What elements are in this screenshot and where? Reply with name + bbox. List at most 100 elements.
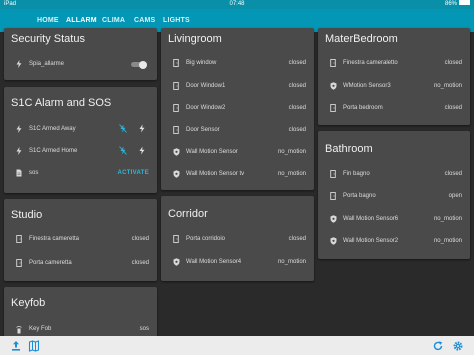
entity-row[interactable]: Wall Motion Sensor no_motion <box>161 147 314 157</box>
entity-name: Door Window2 <box>186 105 226 111</box>
door-icon <box>172 234 180 244</box>
entity-row[interactable]: Finestra cameraletto closed <box>318 58 470 68</box>
entity-name: Fin bagno <box>343 171 370 177</box>
card-s1c-alarm: S1C Alarm and SOS S1C Armed Away S1C Arm… <box>4 87 157 193</box>
card-materbedroom: MaterBedroom Finestra cameraletto closed… <box>318 28 470 125</box>
entity-name: S1C Armed Away <box>29 126 76 132</box>
entity-name: Porta corridoio <box>186 236 226 242</box>
card-security-status: Security Status Spia_allarme <box>4 28 157 80</box>
entity-row[interactable]: Porta corridoio closed <box>161 234 314 244</box>
tab-allarm[interactable]: ALLARM <box>66 17 97 24</box>
shield-icon <box>172 147 180 157</box>
entity-row[interactable]: Fin bagno closed <box>318 169 470 179</box>
entity-state: no_motion <box>433 238 462 244</box>
refresh-icon[interactable] <box>432 339 444 351</box>
document-icon <box>15 168 23 178</box>
entity-name: Key Fob <box>29 326 52 332</box>
turn-on-bolt-icon[interactable] <box>139 146 147 156</box>
entity-row[interactable]: sos ACTIVATE <box>4 168 157 178</box>
entity-row[interactable]: Door Sensor closed <box>161 125 314 135</box>
entity-name: Porta bedroom <box>343 105 383 111</box>
entity-row[interactable]: Porta bagno open <box>318 191 470 201</box>
entity-state: closed <box>288 236 306 242</box>
share-icon[interactable] <box>10 339 22 351</box>
entity-row[interactable]: Porta bedroom closed <box>318 103 470 113</box>
shield-icon <box>329 81 337 91</box>
bolt-icon <box>15 146 23 156</box>
shield-icon <box>329 236 337 246</box>
entity-row[interactable]: Big window closed <box>161 58 314 68</box>
entity-state: closed <box>288 60 306 66</box>
card-title: Livingroom <box>168 33 222 45</box>
tab-clima[interactable]: CLIMA <box>102 17 125 24</box>
card-title: Corridor <box>168 208 208 220</box>
entity-row[interactable]: Wall Motion Sensor2 no_motion <box>318 236 470 246</box>
tab-cams[interactable]: CAMS <box>134 17 155 24</box>
entity-name: Door Sensor <box>186 127 220 133</box>
door-icon <box>15 234 23 244</box>
door-icon <box>15 258 23 268</box>
door-icon <box>172 125 180 135</box>
entity-name: Porta cameretta <box>29 260 72 266</box>
entity-state: no_motion <box>277 171 306 177</box>
turn-off-bolt-icon[interactable] <box>119 146 127 156</box>
entity-state: closed <box>288 127 306 133</box>
entity-state: closed <box>444 105 462 111</box>
entity-name: Spia_allarme <box>29 61 65 67</box>
tab-home[interactable]: HOME <box>37 17 59 24</box>
entity-name: Big window <box>186 60 217 66</box>
entity-row[interactable]: Door Window2 closed <box>161 103 314 113</box>
entity-name: Wall Motion Sensor tv <box>186 171 245 177</box>
entity-name: sos <box>29 170 39 176</box>
entity-name: Finestra cameretta <box>29 236 80 242</box>
entity-row[interactable]: Wall Motion Sensor tv no_motion <box>161 169 314 179</box>
entity-name: Wall Motion Sensor <box>186 149 238 155</box>
card-title: Security Status <box>11 33 85 45</box>
entity-state: closed <box>444 171 462 177</box>
entity-name: S1C Armed Home <box>29 148 78 154</box>
entity-row[interactable]: S1C Armed Home <box>4 146 157 156</box>
turn-on-bolt-icon[interactable] <box>139 124 147 134</box>
alarm-toggle[interactable] <box>131 61 147 69</box>
entity-state: no_motion <box>277 259 306 265</box>
entity-state: sos <box>139 326 149 332</box>
entity-row[interactable]: S1C Armed Away <box>4 124 157 134</box>
entity-state: closed <box>131 260 149 266</box>
status-bar: iPad 07:48 86% <box>0 0 474 9</box>
remote-icon <box>15 324 23 334</box>
entity-row[interactable]: Wall Motion Sensor4 no_motion <box>161 257 314 267</box>
door-icon <box>329 58 337 68</box>
entity-row[interactable]: Door Window1 closed <box>161 81 314 91</box>
entity-row[interactable]: Key Fob sos <box>4 324 157 334</box>
battery-icon <box>459 0 470 5</box>
entity-row[interactable]: WMotion Sensor3 no_motion <box>318 81 470 91</box>
entity-state: closed <box>444 60 462 66</box>
entity-row[interactable]: Porta cameretta closed <box>4 258 157 268</box>
clock: 07:48 <box>229 1 245 7</box>
toggle-knob <box>139 61 147 69</box>
entity-row[interactable]: Wall Motion Sensor6 no_motion <box>318 214 470 224</box>
entity-row[interactable]: Spia_allarme <box>4 59 157 69</box>
turn-off-bolt-icon[interactable] <box>119 124 127 134</box>
tab-lights[interactable]: LIGHTS <box>163 17 190 24</box>
bottom-toolbar <box>0 336 474 355</box>
card-bathroom: Bathroom Fin bagno closed Porta bagno op… <box>318 131 470 259</box>
bolt-icon <box>15 124 23 134</box>
settings-icon[interactable] <box>452 339 464 351</box>
shield-icon <box>172 257 180 267</box>
door-icon <box>329 191 337 201</box>
book-icon[interactable] <box>28 339 40 352</box>
door-icon <box>172 81 180 91</box>
entity-state: open <box>448 193 462 199</box>
activate-button[interactable]: ACTIVATE <box>117 170 149 176</box>
bolt-icon <box>15 59 23 69</box>
entity-name: Wall Motion Sensor4 <box>186 259 242 265</box>
door-icon <box>329 103 337 113</box>
entity-name: WMotion Sensor3 <box>343 83 391 89</box>
card-title: Studio <box>11 209 43 221</box>
entity-state: no_motion <box>277 149 306 155</box>
entity-row[interactable]: Finestra cameretta closed <box>4 234 157 244</box>
entity-state: no_motion <box>433 83 462 89</box>
card-title: Bathroom <box>325 143 373 155</box>
battery-indicator: 86% <box>445 0 470 7</box>
